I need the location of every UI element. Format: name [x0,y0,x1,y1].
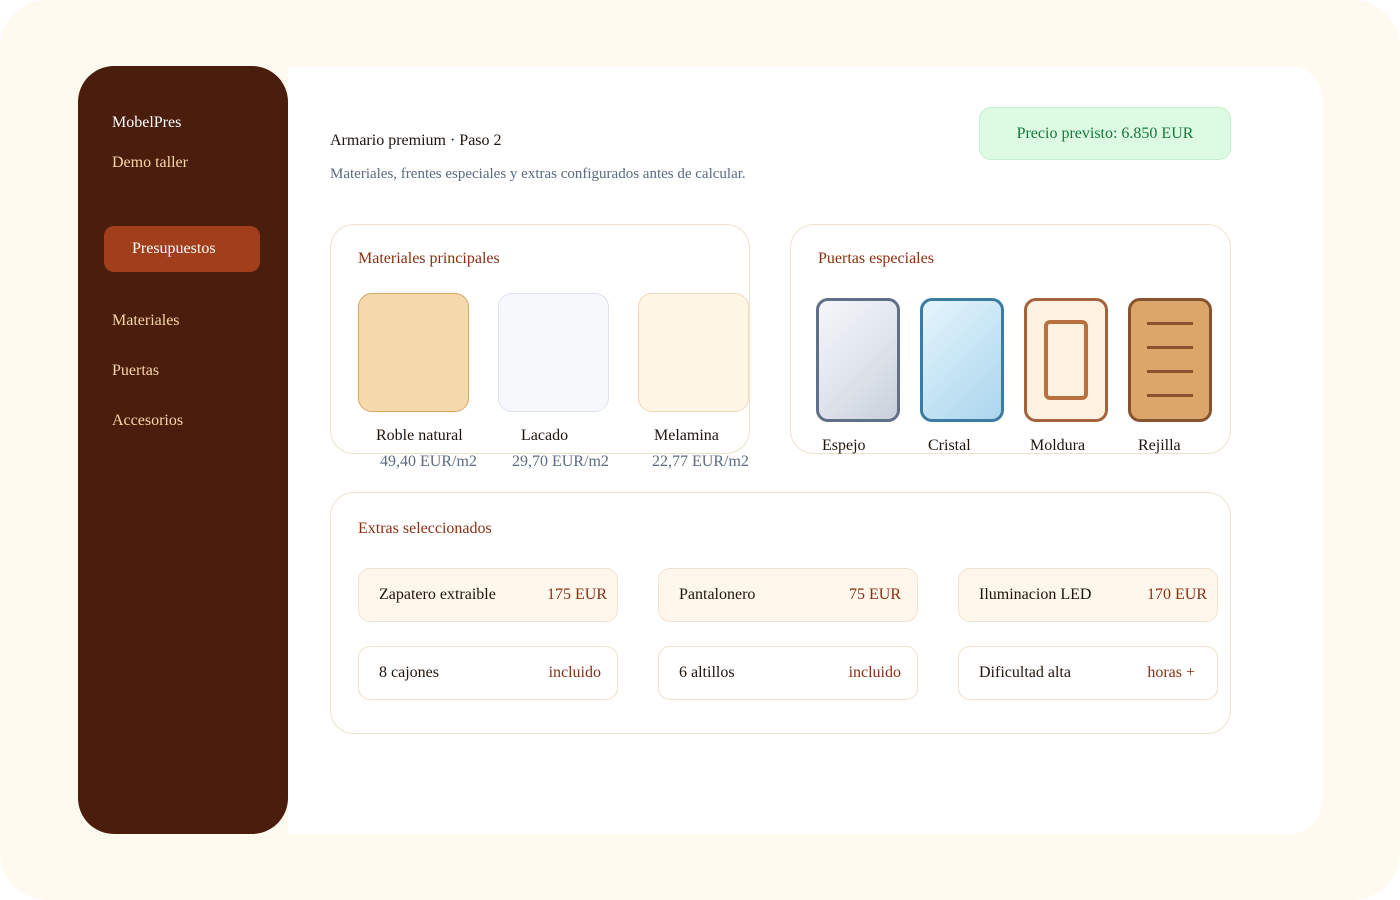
material-name: Roble natural [376,427,463,444]
workspace-name: Demo taller [112,154,188,171]
extra-value: incluido [548,664,601,681]
extra-label: 6 altillos [679,664,735,681]
material-name: Lacado [521,427,569,444]
glass-door-icon[interactable] [920,298,1004,422]
grille-slat [1147,394,1193,397]
page-title: Armario premium · Paso 2 [330,132,502,149]
door-name: Rejilla [1138,437,1181,454]
doors-panel-title: Puertas especiales [818,250,934,267]
material-swatch-melamina[interactable] [638,293,749,412]
materials-panel-title: Materiales principales [358,250,500,267]
material-name: Melamina [654,427,719,444]
extra-card-cajones[interactable]: 8 cajones incluido [358,646,618,700]
extras-panel-title: Extras seleccionados [358,520,492,537]
mirror-door-icon[interactable] [816,298,900,422]
brand-name: MobelPres [112,114,182,131]
main-content: Armario premium · Paso 2 Materiales, fre… [288,66,1322,834]
sidebar-item-materiales[interactable]: Materiales [112,312,180,330]
material-price: 29,70 EUR/m2 [512,453,609,470]
extra-label: 8 cajones [379,664,439,681]
extra-label: Dificultad alta [979,664,1071,681]
door-name: Espejo [822,437,866,454]
grille-slat [1147,370,1193,373]
price-estimate-badge: Precio previsto: 6.850 EUR [979,107,1231,160]
molding-panel-shape [1044,320,1088,400]
extra-card-altillos[interactable]: 6 altillos incluido [658,646,918,700]
grille-slat [1147,322,1193,325]
material-swatch-lacado[interactable] [498,293,609,412]
door-name: Cristal [928,437,971,454]
material-swatch-roble[interactable] [358,293,469,412]
extra-value: 170 EUR [1147,586,1207,603]
extra-value: 75 EUR [849,586,901,603]
sidebar-item-puertas[interactable]: Puertas [112,362,159,380]
material-price: 49,40 EUR/m2 [380,453,477,470]
extra-value: 175 EUR [547,586,607,603]
sidebar-item-presupuestos[interactable]: Presupuestos [104,226,260,272]
extra-label: Iluminacion LED [979,586,1092,603]
extra-value: horas + [1147,664,1195,681]
extra-label: Pantalonero [679,586,756,603]
extra-card-dificultad[interactable]: Dificultad alta horas + [958,646,1218,700]
molding-door-icon[interactable] [1024,298,1108,422]
grille-door-icon[interactable] [1128,298,1212,422]
sidebar: MobelPres Demo taller Presupuestos Mater… [78,66,288,834]
grille-slat [1147,346,1193,349]
sidebar-item-accesorios[interactable]: Accesorios [112,412,183,430]
extra-label: Zapatero extraible [379,586,496,603]
extra-card-iluminacion-led[interactable]: Iluminacion LED 170 EUR [958,568,1218,622]
page-subtitle: Materiales, frentes especiales y extras … [330,166,746,182]
extra-card-zapatero[interactable]: Zapatero extraible 175 EUR [358,568,618,622]
material-price: 22,77 EUR/m2 [652,453,749,470]
extra-card-pantalonero[interactable]: Pantalonero 75 EUR [658,568,918,622]
door-name: Moldura [1030,437,1086,454]
app-frame: MobelPres Demo taller Presupuestos Mater… [0,0,1400,900]
extra-value: incluido [848,664,901,681]
